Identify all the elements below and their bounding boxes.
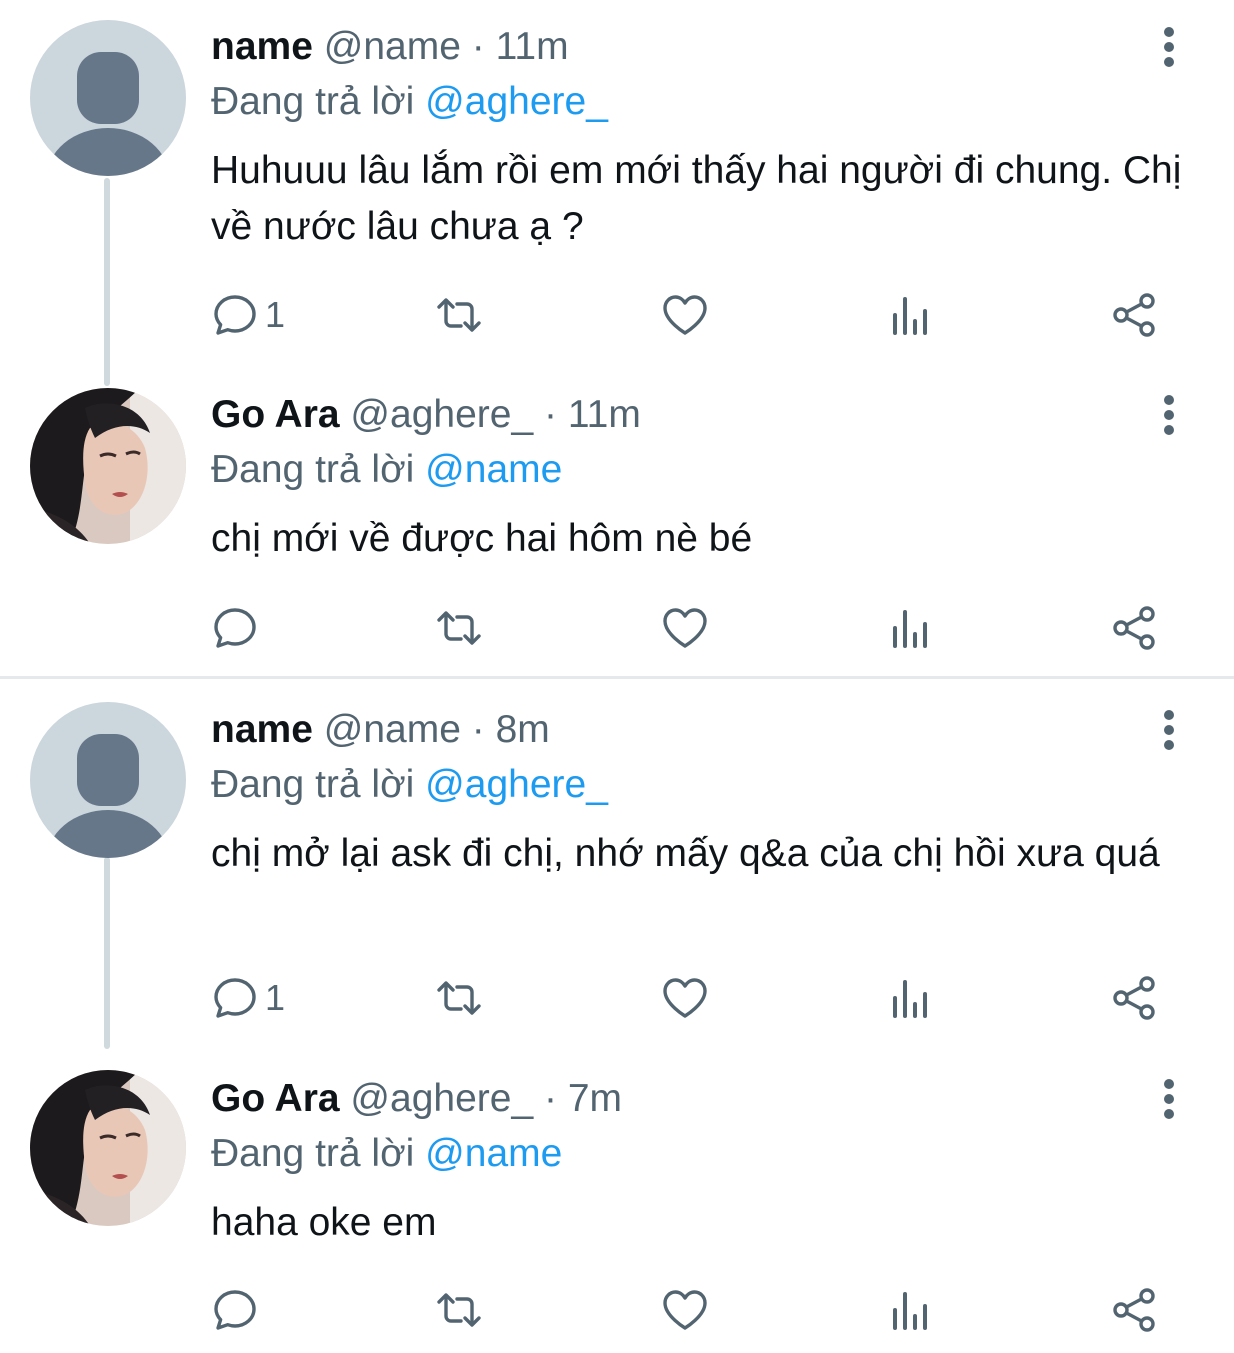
retweet-icon: [437, 611, 481, 645]
more-vertical-icon[interactable]: [1154, 1077, 1184, 1121]
reply-icon: [214, 1290, 256, 1330]
replying-to: Đang trả lời @name: [211, 445, 1194, 495]
avatar[interactable]: [30, 1070, 186, 1226]
analytics-icon: [893, 610, 927, 648]
tweet-text: Huhuuu lâu lắm rồi em mới thấy hai người…: [211, 149, 1182, 248]
analytics-button[interactable]: [887, 603, 935, 653]
mention-link[interactable]: @name: [425, 1132, 562, 1175]
share-button[interactable]: [1111, 1285, 1159, 1335]
tweet-text: chị mới về được hai hôm nè bé: [211, 517, 753, 560]
like-button[interactable]: [661, 603, 709, 653]
separator: ·: [543, 393, 557, 436]
action-bar: [211, 603, 1171, 653]
timestamp[interactable]: 7m: [568, 1077, 622, 1120]
mention-link[interactable]: @aghere_: [425, 763, 608, 806]
share-button[interactable]: [1111, 973, 1159, 1023]
retweet-icon: [437, 981, 481, 1015]
share-icon: [1113, 1288, 1155, 1332]
thread-connector-line: [104, 178, 110, 386]
share-button[interactable]: [1111, 603, 1159, 653]
reply-icon: [214, 608, 256, 648]
replying-to-label: Đang trả lời: [211, 80, 415, 123]
avatar[interactable]: [30, 702, 186, 858]
profile-photo-icon: [30, 1070, 186, 1226]
heart-icon: [663, 978, 707, 1018]
analytics-icon: [893, 1292, 927, 1330]
share-icon: [1113, 606, 1155, 650]
share-icon: [1113, 976, 1155, 1020]
mention-link[interactable]: @aghere_: [425, 80, 608, 123]
analytics-icon: [893, 297, 927, 335]
retweet-icon: [437, 1293, 481, 1327]
display-name[interactable]: Go Ara: [211, 1077, 340, 1120]
like-button[interactable]: [661, 290, 709, 340]
tweet-header: name @name · 8m: [211, 705, 1194, 755]
mention-link[interactable]: @name: [425, 448, 562, 491]
reply-button[interactable]: [211, 1285, 265, 1335]
share-icon: [1113, 293, 1155, 337]
replying-to: Đang trả lời @name: [211, 1129, 1194, 1179]
analytics-button[interactable]: [887, 973, 935, 1023]
tweet-header: Go Ara @aghere_ · 11m: [211, 390, 1194, 440]
avatar[interactable]: [30, 388, 186, 544]
reply-button[interactable]: 1: [211, 973, 285, 1023]
reply-button[interactable]: 1: [211, 290, 285, 340]
heart-icon: [663, 608, 707, 648]
default-avatar-icon: [30, 702, 186, 858]
tweet-header: name @name · 11m: [211, 22, 1194, 72]
handle[interactable]: @name: [324, 25, 461, 68]
analytics-button[interactable]: [887, 290, 935, 340]
separator: ·: [471, 25, 485, 68]
reply-count: 1: [265, 977, 286, 1018]
separator: ·: [471, 708, 485, 751]
more-vertical-icon[interactable]: [1154, 393, 1184, 437]
retweet-button[interactable]: [435, 290, 483, 340]
thread-2: name @name · 8m Đang trả lời @aghere_ ch…: [0, 676, 1234, 1352]
avatar[interactable]: [30, 20, 186, 176]
reply-button[interactable]: [211, 603, 265, 653]
retweet-button[interactable]: [435, 603, 483, 653]
action-bar: 1: [211, 973, 1171, 1023]
retweet-icon: [437, 298, 481, 332]
thread-connector-line: [104, 857, 110, 1049]
handle[interactable]: @aghere_: [350, 1077, 533, 1120]
action-bar: 1: [211, 290, 1171, 340]
like-button[interactable]: [661, 1285, 709, 1335]
heart-icon: [663, 295, 707, 335]
tweet-text: chị mở lại ask đi chị, nhớ mấy q&a của c…: [211, 832, 1160, 875]
timestamp[interactable]: 11m: [568, 393, 641, 436]
timestamp[interactable]: 11m: [496, 25, 569, 68]
timestamp[interactable]: 8m: [496, 708, 550, 751]
more-vertical-icon[interactable]: [1154, 708, 1184, 752]
reply-icon: [214, 978, 256, 1018]
replying-to-label: Đang trả lời: [211, 448, 415, 491]
more-vertical-icon[interactable]: [1154, 25, 1184, 69]
like-button[interactable]: [661, 973, 709, 1023]
retweet-button[interactable]: [435, 973, 483, 1023]
analytics-icon: [893, 980, 927, 1018]
replying-to-label: Đang trả lời: [211, 1132, 415, 1175]
share-button[interactable]: [1111, 290, 1159, 340]
action-bar: [211, 1285, 1171, 1335]
reply-count: 1: [265, 294, 286, 335]
display-name[interactable]: name: [211, 25, 313, 68]
reply-icon: [214, 295, 256, 335]
replying-to-label: Đang trả lời: [211, 763, 415, 806]
handle[interactable]: @aghere_: [350, 393, 533, 436]
heart-icon: [663, 1290, 707, 1330]
separator: ·: [543, 1077, 557, 1120]
thread-1: name @name · 11m Đang trả lời @aghere_ H…: [0, 0, 1234, 676]
analytics-button[interactable]: [887, 1285, 935, 1335]
tweet-text: haha oke em: [211, 1201, 437, 1244]
profile-photo-icon: [30, 388, 186, 544]
tweet-header: Go Ara @aghere_ · 7m: [211, 1074, 1194, 1124]
default-avatar-icon: [30, 20, 186, 176]
handle[interactable]: @name: [324, 708, 461, 751]
replying-to: Đang trả lời @aghere_: [211, 760, 1194, 810]
display-name[interactable]: name: [211, 708, 313, 751]
retweet-button[interactable]: [435, 1285, 483, 1335]
replying-to: Đang trả lời @aghere_: [211, 77, 1194, 127]
display-name[interactable]: Go Ara: [211, 393, 340, 436]
